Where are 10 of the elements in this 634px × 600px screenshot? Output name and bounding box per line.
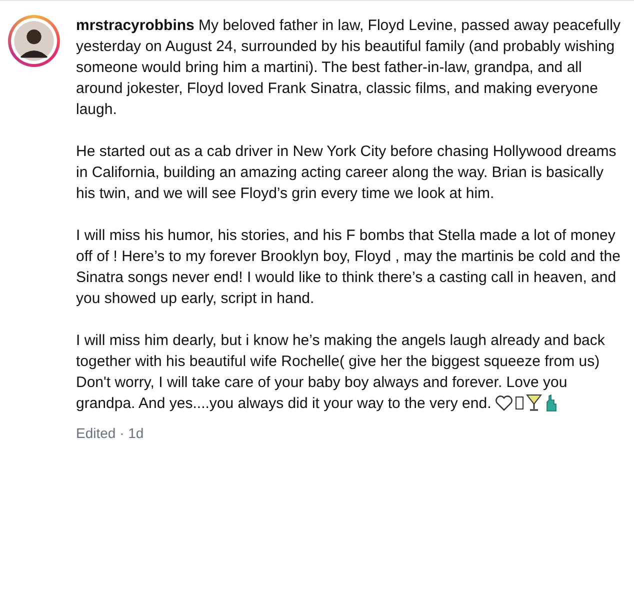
- avatar-ring[interactable]: [8, 15, 60, 67]
- caption-paragraph: I will miss him dearly, but i know he’s making the angels laugh already and back together with his beautiful wife Rochelle( give her the biggest squeeze from us) Don't worry, I will take care of your baby boy always and forever. Love you grandpa. And yes....you always did it your way to the very end.: [76, 331, 606, 414]
- caption-paragraph: I will miss his humor, his stories, and his F bombs that Stella made a lot of money off of ! Here’s to my forever Brooklyn boy, Floyd , may the martinis be cold and the Sinatra songs never end! I would like to think there’s a casting call in heaven, and you showed up early, script in hand.: [76, 226, 622, 309]
- post-meta: Edited · 1d: [76, 424, 144, 443]
- caption-paragraph: He started out as a cab driver in New York City before chasing Hollywood dreams in California, building an amazing acting career along the way. Brian is basically his twin, and we will see Floyd’s grin every time we look at him.: [76, 142, 618, 204]
- missing-glyph-icon: [515, 396, 524, 410]
- avatar-icon: [11, 18, 57, 64]
- caption-paragraph: mrstracyrobbins My beloved father in law, Floyd Levine, passed away peacefully yesterday on August 24, surrounded by his beautiful family (and probably wishing someone would bring him a martini). The best father-in-law, grandpa, and all around jokester, Floyd loved Frank Sinatra, classic films, and making everyone laugh.: [76, 16, 622, 120]
- heart-icon: [495, 395, 514, 411]
- cocktail-glass-icon: [526, 394, 542, 412]
